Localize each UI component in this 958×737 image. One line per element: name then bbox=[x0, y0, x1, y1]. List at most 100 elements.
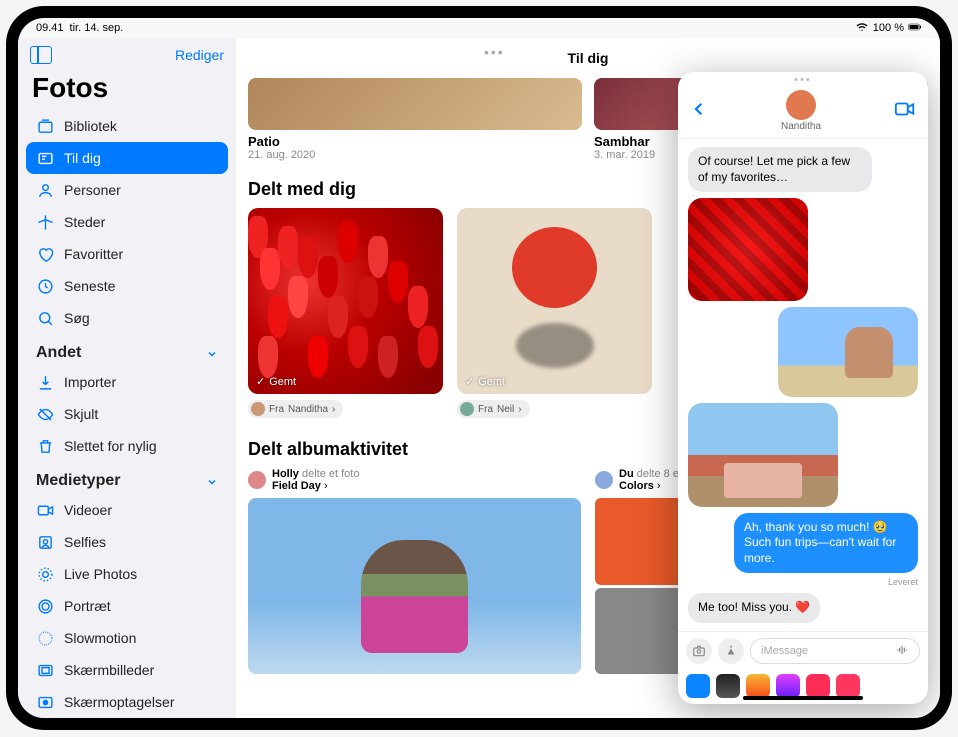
home-indicator[interactable] bbox=[743, 696, 863, 700]
video-icon bbox=[36, 501, 54, 519]
saved-badge: ✓ Gemt bbox=[465, 375, 505, 388]
from-pill[interactable]: Fra Neil › bbox=[457, 400, 530, 418]
memory-card[interactable]: Patio 21. aug. 2020 bbox=[248, 78, 582, 161]
memory-title: Patio bbox=[248, 134, 582, 149]
sidebar-item-label: Steder bbox=[64, 214, 105, 230]
shared-item[interactable]: ✓ Gemt Fra Nanditha › bbox=[248, 208, 443, 421]
battery-pct: 100 % bbox=[873, 22, 904, 34]
search-icon bbox=[36, 309, 54, 327]
sidebar-item-selfies[interactable]: Selfies bbox=[26, 526, 228, 558]
message-bubble-received[interactable]: Me too! Miss you. ❤️ bbox=[688, 593, 820, 623]
sidebar-item-label: Slettet for nylig bbox=[64, 438, 157, 454]
delivered-status: Leveret bbox=[888, 577, 918, 587]
sidebar-item-for-you[interactable]: Til dig bbox=[26, 142, 228, 174]
slowmo-icon bbox=[36, 629, 54, 647]
back-button[interactable] bbox=[690, 100, 708, 123]
sidebar-item-label: Skærmbilleder bbox=[64, 662, 154, 678]
chevron-down-icon bbox=[206, 347, 218, 359]
heart-icon bbox=[36, 245, 54, 263]
message-image[interactable] bbox=[688, 403, 838, 506]
for-you-icon bbox=[36, 149, 54, 167]
shared-item[interactable]: ✓ Gemt Fra Neil › bbox=[457, 208, 652, 421]
sidebar-item-label: Videoer bbox=[64, 502, 112, 518]
contact-avatar[interactable] bbox=[786, 90, 816, 120]
wifi-icon bbox=[855, 21, 869, 36]
section-other[interactable]: Andet bbox=[26, 334, 228, 366]
sidebar-item-recent[interactable]: Seneste bbox=[26, 270, 228, 302]
camera-button[interactable] bbox=[686, 638, 712, 664]
sidebar-item-label: Portræt bbox=[64, 598, 111, 614]
sidebar-item-label: Søg bbox=[64, 310, 90, 326]
sidebar-item-people[interactable]: Personer bbox=[26, 174, 228, 206]
trash-icon bbox=[36, 437, 54, 455]
saved-badge: ✓ Gemt bbox=[256, 375, 296, 388]
sidebar-item-videos[interactable]: Videoer bbox=[26, 494, 228, 526]
message-image[interactable] bbox=[778, 307, 918, 397]
screenrec-icon bbox=[36, 693, 54, 711]
selfie-icon bbox=[36, 533, 54, 551]
shared-thumb: ✓ Gemt bbox=[248, 208, 443, 394]
contact-name: Nanditha bbox=[781, 121, 821, 132]
appstore-button[interactable] bbox=[718, 638, 744, 664]
people-icon bbox=[36, 181, 54, 199]
sidebar-item-label: Seneste bbox=[64, 278, 115, 294]
live-icon bbox=[36, 565, 54, 583]
places-icon bbox=[36, 213, 54, 231]
sidebar-item-portrait[interactable]: Portræt bbox=[26, 590, 228, 622]
portrait-icon bbox=[36, 597, 54, 615]
sidebar-item-label: Bibliotek bbox=[64, 118, 117, 134]
screenshot-icon bbox=[36, 661, 54, 679]
chevron-down-icon bbox=[206, 475, 218, 487]
imessage-app-icon[interactable] bbox=[776, 674, 800, 698]
message-bubble-received[interactable]: Of course! Let me pick a few of my favor… bbox=[688, 147, 872, 192]
album-card[interactable]: Holly delte et foto Field Day › bbox=[248, 468, 581, 674]
sidebar-item-livephotos[interactable]: Live Photos bbox=[26, 558, 228, 590]
sidebar-item-screenrec[interactable]: Skærmoptagelser bbox=[26, 686, 228, 718]
status-bar: 09.41 tir. 14. sep. 100 % bbox=[18, 18, 940, 38]
sidebar-item-slowmo[interactable]: Slowmotion bbox=[26, 622, 228, 654]
sidebar-item-places[interactable]: Steder bbox=[26, 206, 228, 238]
sidebar-item-label: Til dig bbox=[64, 150, 101, 166]
app-title: Fotos bbox=[26, 70, 228, 110]
sidebar-item-search[interactable]: Søg bbox=[26, 302, 228, 334]
avatar-icon bbox=[460, 402, 474, 416]
sidebar-toggle-icon[interactable] bbox=[30, 46, 52, 64]
status-time: 09.41 bbox=[36, 22, 64, 34]
sidebar-item-favorites[interactable]: Favoritter bbox=[26, 238, 228, 270]
dictate-icon[interactable] bbox=[895, 643, 909, 660]
sidebar-item-screenshots[interactable]: Skærmbilleder bbox=[26, 654, 228, 686]
chevron-right-icon: › bbox=[657, 480, 661, 492]
edit-button[interactable]: Rediger bbox=[175, 47, 224, 63]
message-bubble-sent[interactable]: Ah, thank you so much! 🥹 Such fun trips—… bbox=[734, 513, 918, 574]
multitask-dots-icon[interactable]: ••• bbox=[678, 72, 928, 86]
memory-thumb bbox=[248, 78, 582, 130]
sidebar-item-label: Slowmotion bbox=[64, 630, 136, 646]
memory-date: 21. aug. 2020 bbox=[248, 149, 582, 161]
messages-slideover: ••• Nanditha Of course! Let me pick a fe… bbox=[678, 72, 928, 704]
sidebar-item-label: Skærmoptagelser bbox=[64, 694, 175, 710]
imessage-app-icon[interactable] bbox=[686, 674, 710, 698]
imessage-app-icon[interactable] bbox=[836, 674, 860, 698]
sidebar-item-label: Selfies bbox=[64, 534, 106, 550]
from-pill[interactable]: Fra Nanditha › bbox=[248, 400, 343, 418]
imessage-app-icon[interactable] bbox=[716, 674, 740, 698]
imessage-app-icon[interactable] bbox=[746, 674, 770, 698]
sidebar-item-label: Importer bbox=[64, 374, 116, 390]
chevron-right-icon: › bbox=[518, 404, 521, 415]
sidebar-item-import[interactable]: Importer bbox=[26, 366, 228, 398]
sidebar-item-label: Personer bbox=[64, 182, 121, 198]
chevron-right-icon: › bbox=[324, 480, 328, 492]
sidebar-item-library[interactable]: Bibliotek bbox=[26, 110, 228, 142]
battery-icon bbox=[908, 21, 922, 36]
sidebar-item-trash[interactable]: Slettet for nylig bbox=[26, 430, 228, 462]
message-input[interactable]: iMessage bbox=[750, 638, 920, 664]
sidebar-item-label: Favoritter bbox=[64, 246, 123, 262]
sidebar-item-hidden[interactable]: Skjult bbox=[26, 398, 228, 430]
status-date: tir. 14. sep. bbox=[70, 22, 124, 34]
section-mediatypes[interactable]: Medietyper bbox=[26, 462, 228, 494]
imessage-app-icon[interactable] bbox=[806, 674, 830, 698]
sidebar-item-label: Skjult bbox=[64, 406, 98, 422]
facetime-button[interactable] bbox=[894, 98, 916, 125]
sidebar-item-label: Live Photos bbox=[64, 566, 137, 582]
message-image[interactable] bbox=[688, 198, 808, 301]
